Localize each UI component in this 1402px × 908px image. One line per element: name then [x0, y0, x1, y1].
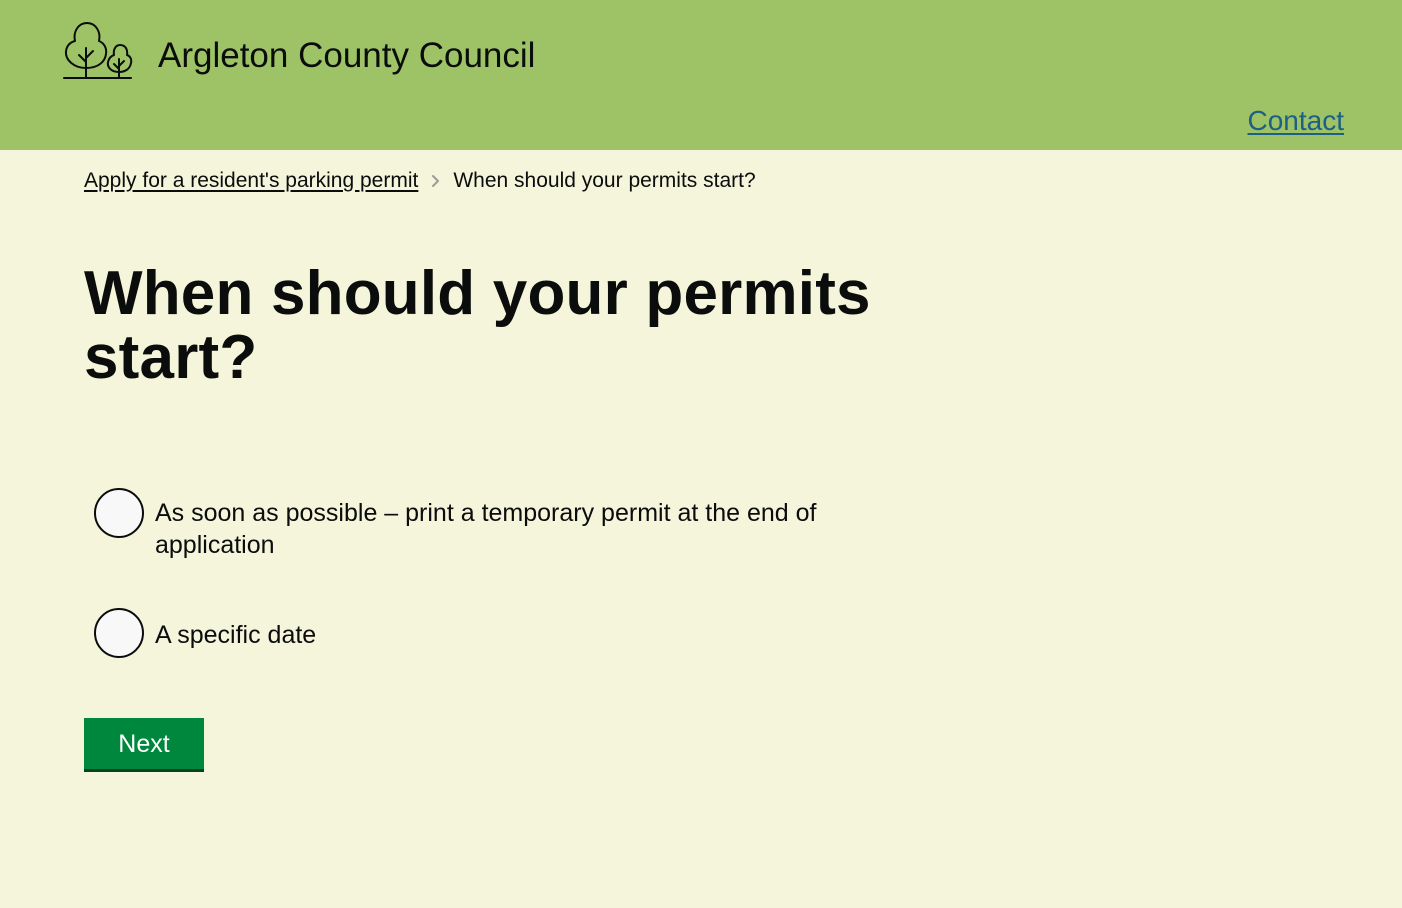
- trees-icon: [63, 22, 133, 79]
- council-name: Argleton County Council: [158, 36, 536, 75]
- contact-link[interactable]: Contact: [1248, 104, 1345, 138]
- radio-label[interactable]: As soon as possible – print a temporary …: [155, 497, 855, 561]
- radio-button[interactable]: [94, 488, 144, 538]
- breadcrumb: Apply for a resident's parking permit Wh…: [84, 168, 756, 194]
- radio-button[interactable]: [94, 608, 144, 658]
- radio-option-specific-date[interactable]: A specific date: [94, 608, 855, 658]
- radio-option-as-soon-as-possible[interactable]: As soon as possible – print a temporary …: [94, 488, 855, 561]
- page-title: When should your permits start?: [84, 259, 871, 392]
- breadcrumb-link-apply-permit[interactable]: Apply for a resident's parking permit: [84, 168, 418, 194]
- chevron-right-icon: [432, 175, 440, 187]
- next-button[interactable]: Next: [84, 718, 204, 772]
- radio-label[interactable]: A specific date: [155, 619, 855, 651]
- site-header: Argleton County Council Contact: [0, 0, 1402, 150]
- breadcrumb-current: When should your permits start?: [453, 169, 756, 192]
